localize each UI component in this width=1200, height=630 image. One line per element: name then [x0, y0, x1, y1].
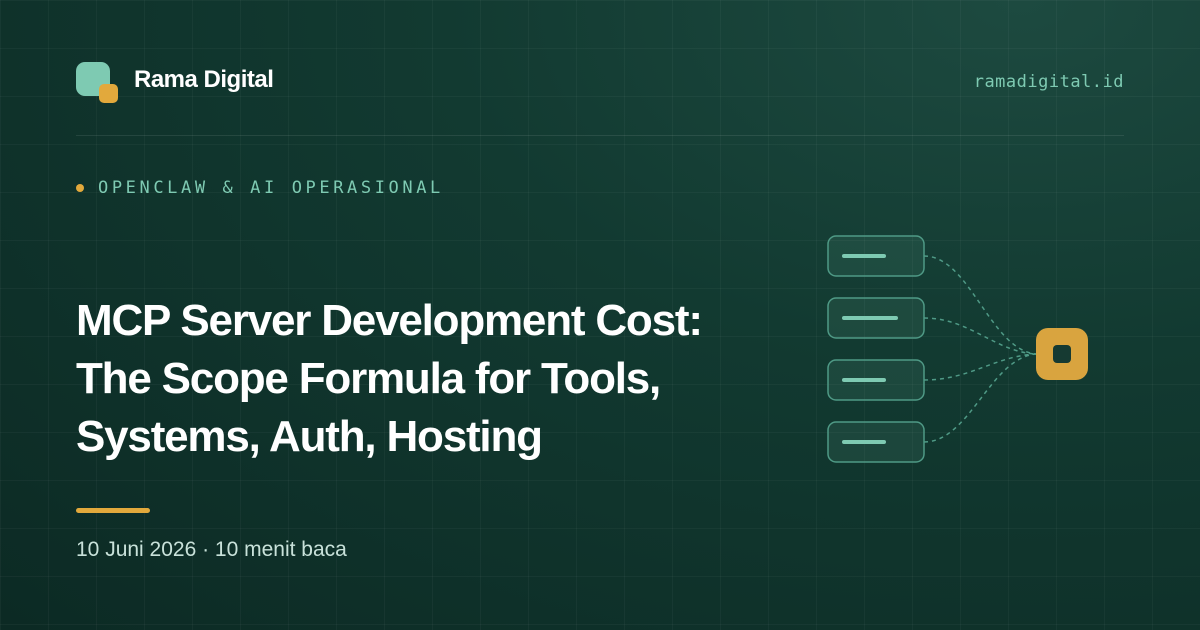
connector-line: [923, 353, 1037, 381]
accent-bar: [76, 508, 150, 513]
tool-node: [827, 359, 925, 401]
og-card: Rama Digital ramadigital.id OPENCLAW & A…: [0, 0, 1200, 630]
tool-node: [827, 297, 925, 339]
article-meta: 10 Juni 2026 · 10 menit baca: [76, 538, 347, 561]
article-title: MCP Server Development Cost: The Scope F…: [76, 296, 703, 461]
category-label: OPENCLAW & AI OPERASIONAL: [98, 178, 444, 198]
category-dot-icon: [76, 184, 84, 192]
website-url: ramadigital.id: [973, 72, 1124, 92]
tools-to-server-connection-diagram: [827, 235, 1088, 463]
brand-name: Rama Digital: [134, 66, 274, 93]
header-divider: [76, 135, 1124, 136]
rama-digital-logo-icon: [76, 62, 120, 106]
mcp-hub-icon: [1036, 328, 1088, 380]
tool-node: [827, 235, 925, 277]
connector-line: [923, 255, 1037, 355]
connector-line: [923, 353, 1037, 443]
tool-node: [827, 421, 925, 463]
